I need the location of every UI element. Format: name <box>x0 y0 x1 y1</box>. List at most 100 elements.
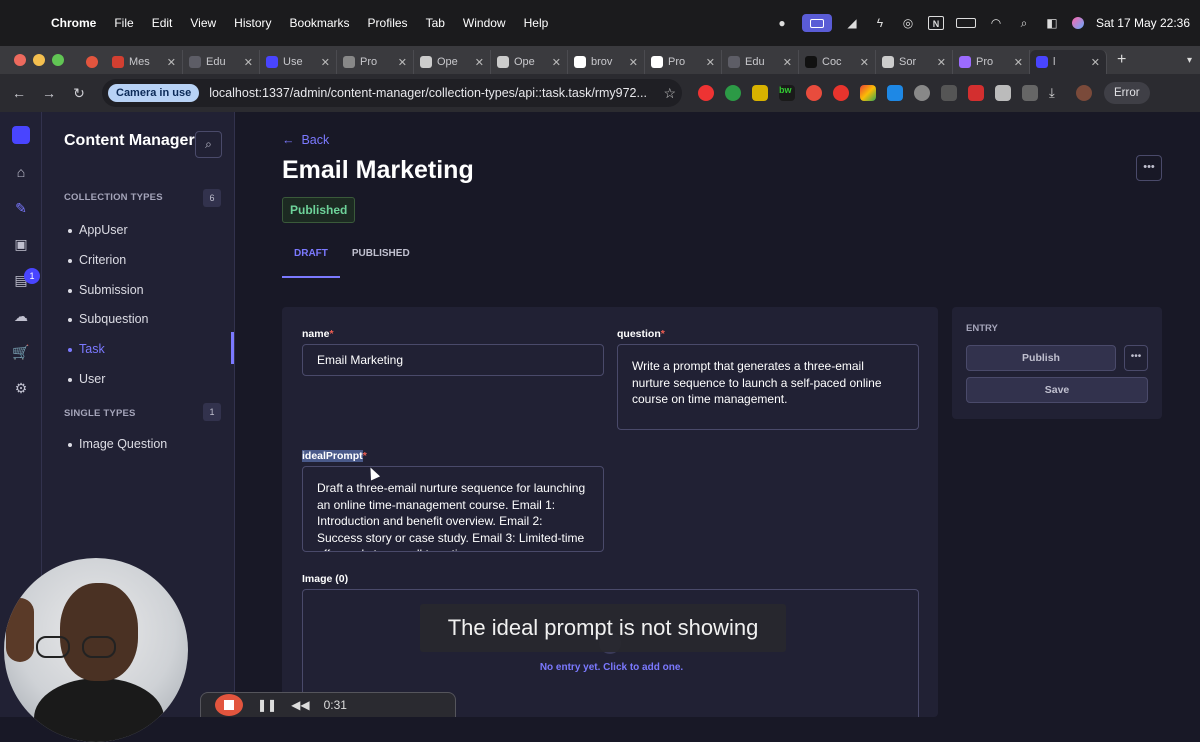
menu-app-name[interactable]: Chrome <box>42 0 105 46</box>
opera-ext-icon[interactable] <box>833 85 849 101</box>
creative-cloud-icon[interactable]: ◎ <box>900 16 916 30</box>
grammarly-ext-icon[interactable] <box>725 85 741 101</box>
tab-published[interactable]: PUBLISHED <box>340 239 422 278</box>
tab-close-icon[interactable]: ✕ <box>552 56 561 69</box>
browser-tab[interactable]: Edu ✕ <box>183 50 260 74</box>
browser-tab[interactable]: l ✕ <box>1030 50 1107 74</box>
save-button[interactable]: Save <box>966 377 1148 403</box>
marketplace-cart-icon[interactable]: 🛒 <box>0 334 42 370</box>
menu-view[interactable]: View <box>181 0 225 46</box>
browser-tab[interactable]: Pro ✕ <box>953 50 1030 74</box>
microphone-icon[interactable]: ● <box>774 16 790 30</box>
sidebar-search-icon[interactable]: ⌕ <box>195 131 222 158</box>
media-library-icon[interactable]: ▣ <box>0 226 42 262</box>
entry-more-button[interactable]: ••• <box>1124 345 1148 371</box>
new-tab-button[interactable]: + <box>1107 51 1136 69</box>
browser-tab[interactable]: Coc ✕ <box>799 50 876 74</box>
tab-close-icon[interactable]: ✕ <box>783 56 792 69</box>
browser-tab[interactable]: Ope ✕ <box>491 50 568 74</box>
reload-icon[interactable]: ↻ <box>64 85 94 102</box>
stop-recording-button[interactable] <box>215 694 243 716</box>
maximize-window-button[interactable] <box>52 54 64 66</box>
browser-tab[interactable]: Use ✕ <box>260 50 337 74</box>
menu-profiles[interactable]: Profiles <box>359 0 417 46</box>
siri-icon[interactable] <box>1071 17 1084 29</box>
error-pill[interactable]: Error <box>1104 82 1150 104</box>
tab-close-icon[interactable]: ✕ <box>167 56 176 69</box>
header-more-button[interactable]: ••• <box>1136 155 1162 181</box>
tab-close-icon[interactable]: ✕ <box>244 56 253 69</box>
forward-arrow-icon[interactable]: → <box>34 85 64 101</box>
tab-search-chevron-icon[interactable]: ▾ <box>1187 55 1192 66</box>
bolt-icon[interactable]: ϟ <box>872 16 888 30</box>
browser-tab[interactable]: Sor ✕ <box>876 50 953 74</box>
search-icon[interactable]: ⌕ <box>1016 16 1032 30</box>
settings-gear-icon[interactable]: ⚙ <box>0 370 42 406</box>
browser-tab[interactable]: brov ✕ <box>568 50 645 74</box>
tab-close-icon[interactable]: ✕ <box>860 56 869 69</box>
profile-avatar[interactable] <box>1076 85 1092 101</box>
menu-bookmarks[interactable]: Bookmarks <box>281 0 359 46</box>
browser-tab[interactable]: Mes ✕ <box>106 50 183 74</box>
menu-edit[interactable]: Edit <box>143 0 182 46</box>
sidebar-item-appuser[interactable]: AppUser <box>68 223 128 237</box>
rewind-icon[interactable]: ◀◀ <box>291 698 309 712</box>
question-textarea[interactable]: Write a prompt that generates a three-em… <box>617 344 919 430</box>
download-icon[interactable]: ⤓ <box>1049 85 1065 101</box>
strapi-logo[interactable] <box>11 126 30 144</box>
ideal-prompt-textarea[interactable]: Draft a three-email nurture sequence for… <box>302 466 604 552</box>
wifi-icon[interactable]: ◠ <box>988 16 1004 30</box>
puzzle-icon[interactable] <box>1022 85 1038 101</box>
sidebar-item-task[interactable]: Task <box>68 342 105 356</box>
tab-draft[interactable]: DRAFT <box>282 239 340 278</box>
tab-close-icon[interactable]: ✕ <box>475 56 484 69</box>
ext-box-icon[interactable] <box>941 85 957 101</box>
back-link[interactable]: ← Back <box>282 133 329 147</box>
battery-icon[interactable] <box>955 18 976 28</box>
menu-history[interactable]: History <box>225 0 280 46</box>
minimize-window-button[interactable] <box>33 54 45 66</box>
browser-tab[interactable]: Pro ✕ <box>645 50 722 74</box>
tp-ext-icon[interactable] <box>968 85 984 101</box>
menu-file[interactable]: File <box>105 0 142 46</box>
sidebar-item-criterion[interactable]: Criterion <box>68 253 126 267</box>
menu-window[interactable]: Window <box>454 0 515 46</box>
browser-tab[interactable]: Ope ✕ <box>414 50 491 74</box>
close-window-button[interactable] <box>14 54 26 66</box>
tab-close-icon[interactable]: ✕ <box>937 56 946 69</box>
tab-close-icon[interactable]: ✕ <box>706 56 715 69</box>
tab-close-icon[interactable]: ✕ <box>629 56 638 69</box>
menu-tab[interactable]: Tab <box>417 0 454 46</box>
tab-close-icon[interactable]: ✕ <box>1014 56 1023 69</box>
ext-blue-icon[interactable] <box>887 85 903 101</box>
name-input[interactable]: Email Marketing <box>302 344 604 376</box>
menu-help[interactable]: Help <box>515 0 558 46</box>
ext-color-icon[interactable] <box>860 85 876 101</box>
no-entry-text[interactable]: No entry yet. Click to add one. <box>303 662 920 673</box>
back-arrow-icon[interactable]: ← <box>4 85 34 101</box>
youtube-ext-icon[interactable] <box>698 85 714 101</box>
url-text[interactable]: localhost:1337/admin/content-manager/col… <box>209 86 655 100</box>
control-center-icon[interactable]: ◧ <box>1044 16 1060 30</box>
bw-ext-icon[interactable]: bw <box>779 85 795 101</box>
tab-close-icon[interactable]: ✕ <box>398 56 407 69</box>
bookmark-star-icon[interactable]: ☆ <box>663 85 676 102</box>
browser-tab[interactable]: Pro ✕ <box>337 50 414 74</box>
pause-icon[interactable]: ❚❚ <box>257 698 277 712</box>
address-bar[interactable]: Camera in use localhost:1337/admin/conte… <box>102 79 682 107</box>
menu-datetime[interactable]: Sat 17 May 22:36 <box>1096 16 1190 30</box>
content-manager-icon[interactable]: ✎ <box>0 190 42 226</box>
notion-icon[interactable]: N <box>927 16 944 30</box>
tab-close-icon[interactable]: ✕ <box>321 56 330 69</box>
ext-gray-icon[interactable] <box>914 85 930 101</box>
sidebar-item-submission[interactable]: Submission <box>68 283 144 297</box>
screen-share-icon[interactable] <box>801 14 832 32</box>
recording-tab-icon[interactable] <box>80 50 106 74</box>
sidebar-item-image-question[interactable]: Image Question <box>68 437 167 451</box>
cloud-icon[interactable]: ☁ <box>0 298 42 334</box>
tab-close-icon[interactable]: ✕ <box>1091 56 1100 69</box>
publish-button[interactable]: Publish <box>966 345 1116 371</box>
ext-pen-icon[interactable] <box>995 85 1011 101</box>
feed-icon[interactable]: ◢ <box>844 16 860 30</box>
sidebar-item-subquestion[interactable]: Subquestion <box>68 312 149 326</box>
